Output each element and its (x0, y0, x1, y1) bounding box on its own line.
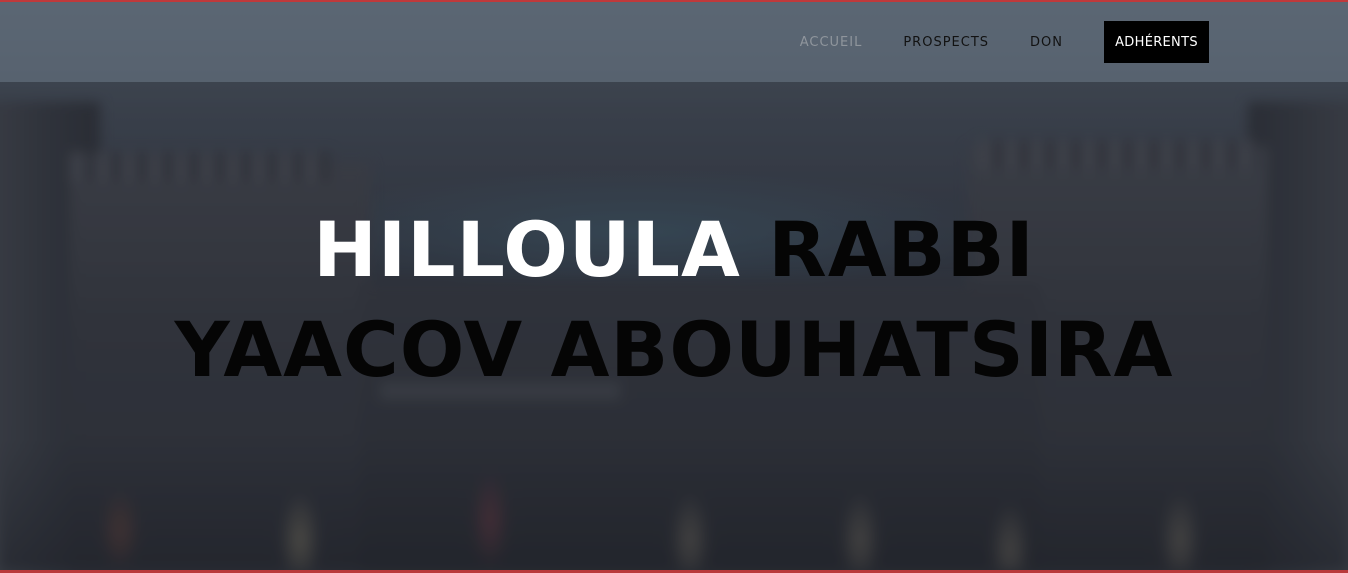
hero-section: ACCUEIL PROSPECTS DON ADHÉRENTS HILLOULA… (0, 0, 1348, 573)
nav-link-accueil[interactable]: ACCUEIL (800, 35, 863, 50)
adherents-button[interactable]: ADHÉRENTS (1104, 21, 1209, 63)
main-navigation: ACCUEIL PROSPECTS DON ADHÉRENTS (800, 21, 1209, 63)
hero-title-highlight: HILLOULA (313, 205, 741, 294)
hero-title: HILLOULA RABBI YAACOV ABOUHATSIRA (0, 200, 1348, 400)
nav-link-prospects[interactable]: PROSPECTS (903, 35, 989, 50)
hero-title-line1-rest: RABBI (768, 205, 1035, 294)
site-header: ACCUEIL PROSPECTS DON ADHÉRENTS (0, 2, 1348, 82)
hero-title-line2: YAACOV ABOUHATSIRA (174, 305, 1174, 394)
nav-link-don[interactable]: DON (1030, 35, 1063, 50)
